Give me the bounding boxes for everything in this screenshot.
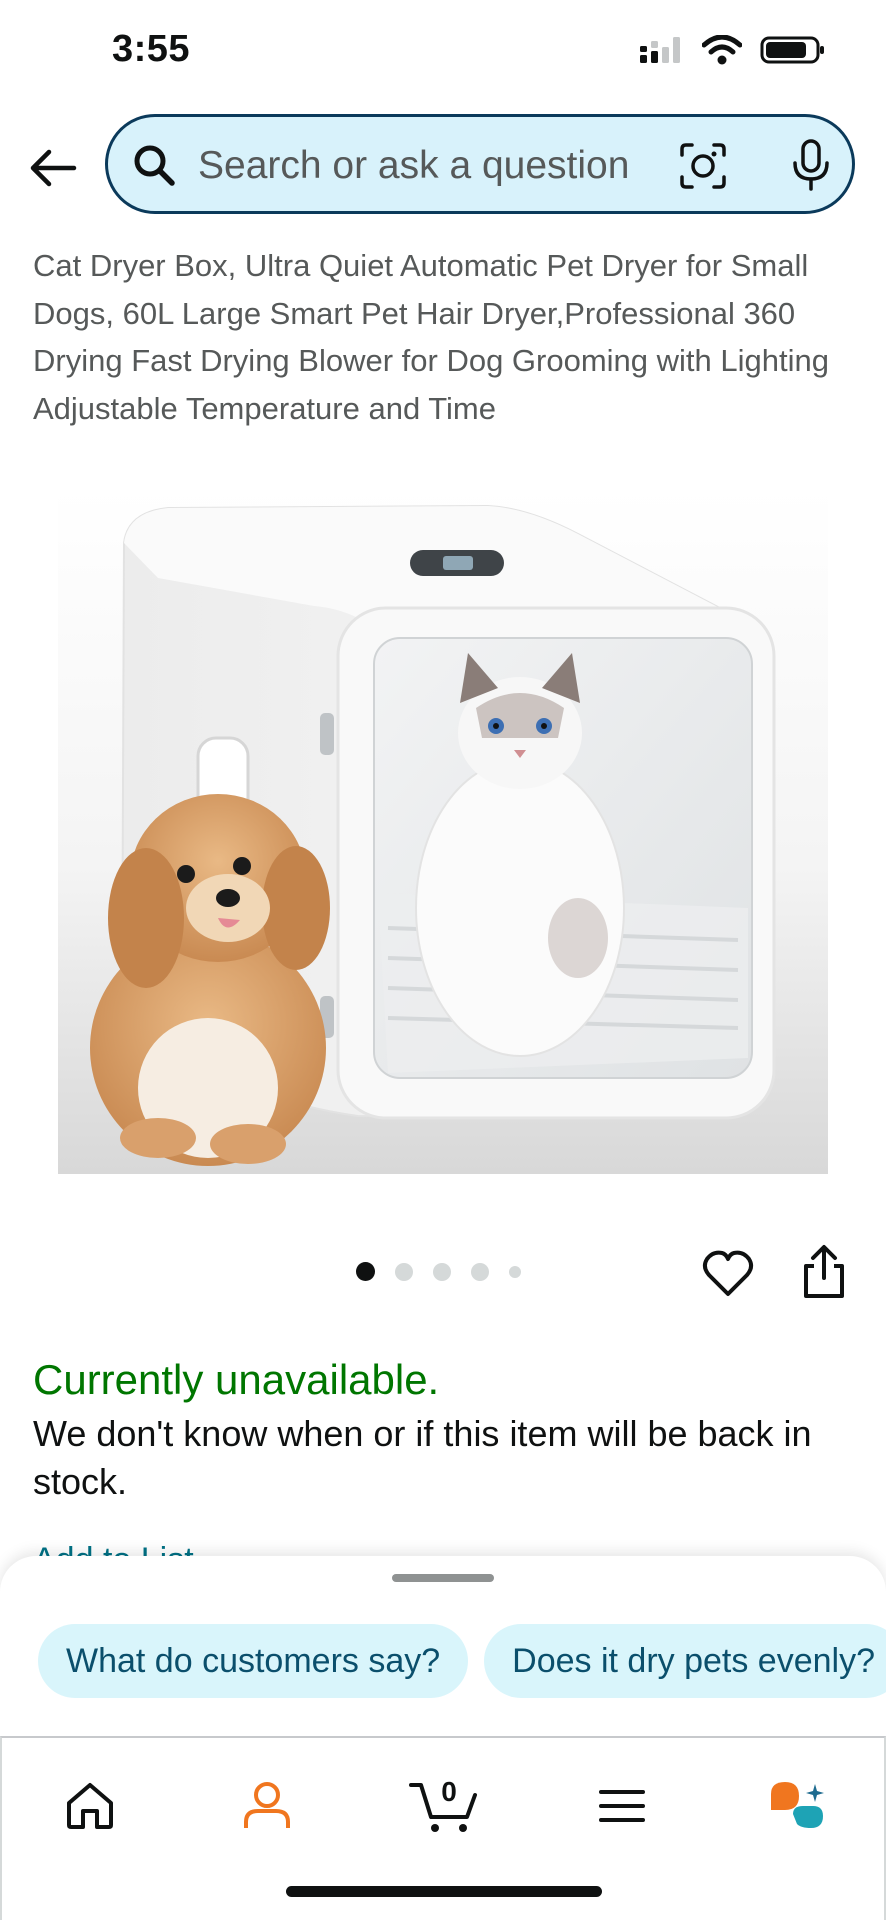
- search-input[interactable]: [196, 135, 760, 197]
- status-icons: [638, 34, 826, 66]
- carousel-dot-5[interactable]: [509, 1265, 521, 1278]
- search-bar[interactable]: [105, 114, 855, 214]
- rufus-suggestions-sheet: What do customers say? Does it dry pets …: [0, 1556, 886, 1736]
- menu-icon: [599, 1790, 645, 1822]
- camera-lens-icon[interactable]: [678, 141, 728, 191]
- nav-menu[interactable]: [582, 1766, 662, 1846]
- search-header: [0, 110, 886, 220]
- availability-status: Currently unavailable.: [33, 1356, 440, 1403]
- share-icon[interactable]: [798, 1244, 850, 1300]
- wifi-icon: [702, 35, 742, 65]
- product-title: Cat Dryer Box, Ultra Quiet Automatic Pet…: [33, 248, 829, 426]
- suggestion-chip[interactable]: What do customers say?: [38, 1624, 469, 1698]
- heart-icon[interactable]: [702, 1248, 754, 1298]
- availability-message: We don't know when or if this item will …: [33, 1413, 812, 1502]
- carousel-dot-3[interactable]: [433, 1262, 451, 1281]
- sheet-drag-handle[interactable]: [392, 1574, 494, 1582]
- microphone-icon[interactable]: [788, 139, 834, 193]
- cart-count: 0: [441, 1776, 457, 1807]
- home-icon: [67, 1783, 113, 1829]
- back-arrow-icon: [30, 149, 77, 187]
- cellular-signal-icon: [640, 37, 680, 63]
- status-bar: 3:55: [0, 0, 886, 105]
- nav-rufus[interactable]: [758, 1766, 838, 1846]
- cart-icon: 0: [409, 1776, 477, 1832]
- suggestion-chip[interactable]: Does it dry pets evenly?: [484, 1624, 886, 1698]
- carousel-dot-4[interactable]: [471, 1262, 489, 1281]
- rufus-icon: [771, 1782, 824, 1828]
- back-button[interactable]: [24, 140, 80, 196]
- carousel-dot-1[interactable]: [356, 1262, 375, 1281]
- image-carousel-dots[interactable]: [356, 1262, 521, 1281]
- nav-home[interactable]: [50, 1766, 130, 1846]
- suggestion-chips: What do customers say? Does it dry pets …: [38, 1624, 886, 1698]
- home-indicator[interactable]: [286, 1886, 602, 1897]
- battery-icon: [760, 36, 824, 64]
- carousel-dot-2[interactable]: [395, 1262, 413, 1281]
- status-time: 3:55: [112, 28, 191, 70]
- search-icon: [134, 145, 175, 186]
- account-icon: [244, 1782, 290, 1828]
- product-image[interactable]: [58, 488, 828, 1174]
- nav-cart[interactable]: 0: [404, 1766, 484, 1846]
- nav-account[interactable]: [227, 1766, 307, 1846]
- availability-section: Currently unavailable. We don't know whe…: [33, 1352, 863, 1506]
